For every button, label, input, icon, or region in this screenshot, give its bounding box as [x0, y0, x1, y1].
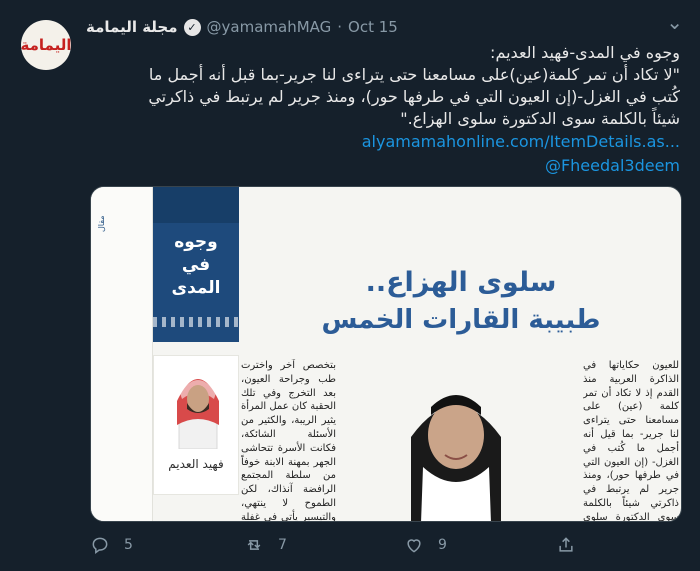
decorative-pattern: [153, 317, 239, 327]
tweet-text: وجوه في المدى-فهيد العديم: "لا تكاد أن ت…: [86, 42, 680, 130]
verified-icon: ✓: [183, 18, 201, 36]
headline-line-2: طبيبة القارات الخمس: [321, 305, 601, 335]
section-title-line: وجوه: [174, 232, 218, 252]
retweet-button[interactable]: 7: [244, 535, 287, 555]
retweet-count: 7: [278, 537, 287, 553]
magazine-side-strip: مقال: [91, 187, 153, 521]
reply-button[interactable]: 5: [90, 535, 133, 555]
heart-icon: [407, 539, 421, 553]
tweet-line: شيئاً بالكلمة سوى الدكتورة سلوى الهزاع.": [400, 109, 680, 128]
tweet-header: مجلة اليمامة ✓ @yamamahMAG · Oct 15: [86, 16, 398, 38]
tweet-line: كُتب في الغزل-(إن العيون التي في طرفها ح…: [148, 87, 680, 106]
magazine-strip-label: مقال: [97, 215, 106, 232]
section-box-bar: [153, 187, 239, 223]
section-title-line: في: [181, 255, 211, 275]
like-count: 9: [438, 537, 447, 553]
tweet-link[interactable]: alyamamahonline.com/ItemDetails.as...: [362, 132, 680, 151]
author-photo: [171, 363, 225, 449]
tweet-date[interactable]: Oct 15: [348, 18, 398, 36]
article-column-right: للعيون حكاياتها في الذاكرة العربية منذ ا…: [583, 360, 679, 522]
reply-icon: [92, 537, 108, 554]
reply-count: 5: [124, 537, 133, 553]
display-name[interactable]: مجلة اليمامة: [86, 18, 178, 36]
tweet-line: "لا تكاد أن تمر كلمة(عين)على مسامعنا حتى…: [148, 65, 680, 84]
author-name: فهيد العديم: [168, 457, 224, 471]
avatar-logo: اليمامة: [21, 36, 71, 54]
article-column-left: بتخصص آخر واخترت طب وجراحة العيون، بعد ا…: [241, 360, 336, 522]
tweet-media-image[interactable]: مقال وجوه في المدى سلوى الهزاع.. طبيبة ا…: [90, 186, 682, 522]
feature-photo: [341, 347, 571, 521]
mention-link[interactable]: @Fheedal3deem: [545, 156, 680, 175]
separator-dot: ·: [337, 18, 343, 36]
account-handle[interactable]: @yamamahMAG: [207, 18, 332, 36]
headline-line-1: سلوى الهزاع..: [365, 267, 557, 298]
article-headline: سلوى الهزاع.. طبيبة القارات الخمس: [256, 265, 666, 337]
section-title: وجوه في المدى: [153, 231, 239, 300]
chevron-down-icon[interactable]: ⌄: [666, 10, 683, 34]
share-icon: [559, 537, 573, 552]
like-button[interactable]: 9: [404, 535, 447, 555]
tweet-actions: 5 7 9: [86, 535, 680, 559]
tweet-line: وجوه في المدى-فهيد العديم:: [490, 43, 680, 62]
retweet-icon: [247, 540, 261, 550]
share-button[interactable]: [556, 535, 576, 555]
section-title-line: المدى: [171, 278, 221, 298]
avatar[interactable]: اليمامة: [21, 20, 71, 70]
